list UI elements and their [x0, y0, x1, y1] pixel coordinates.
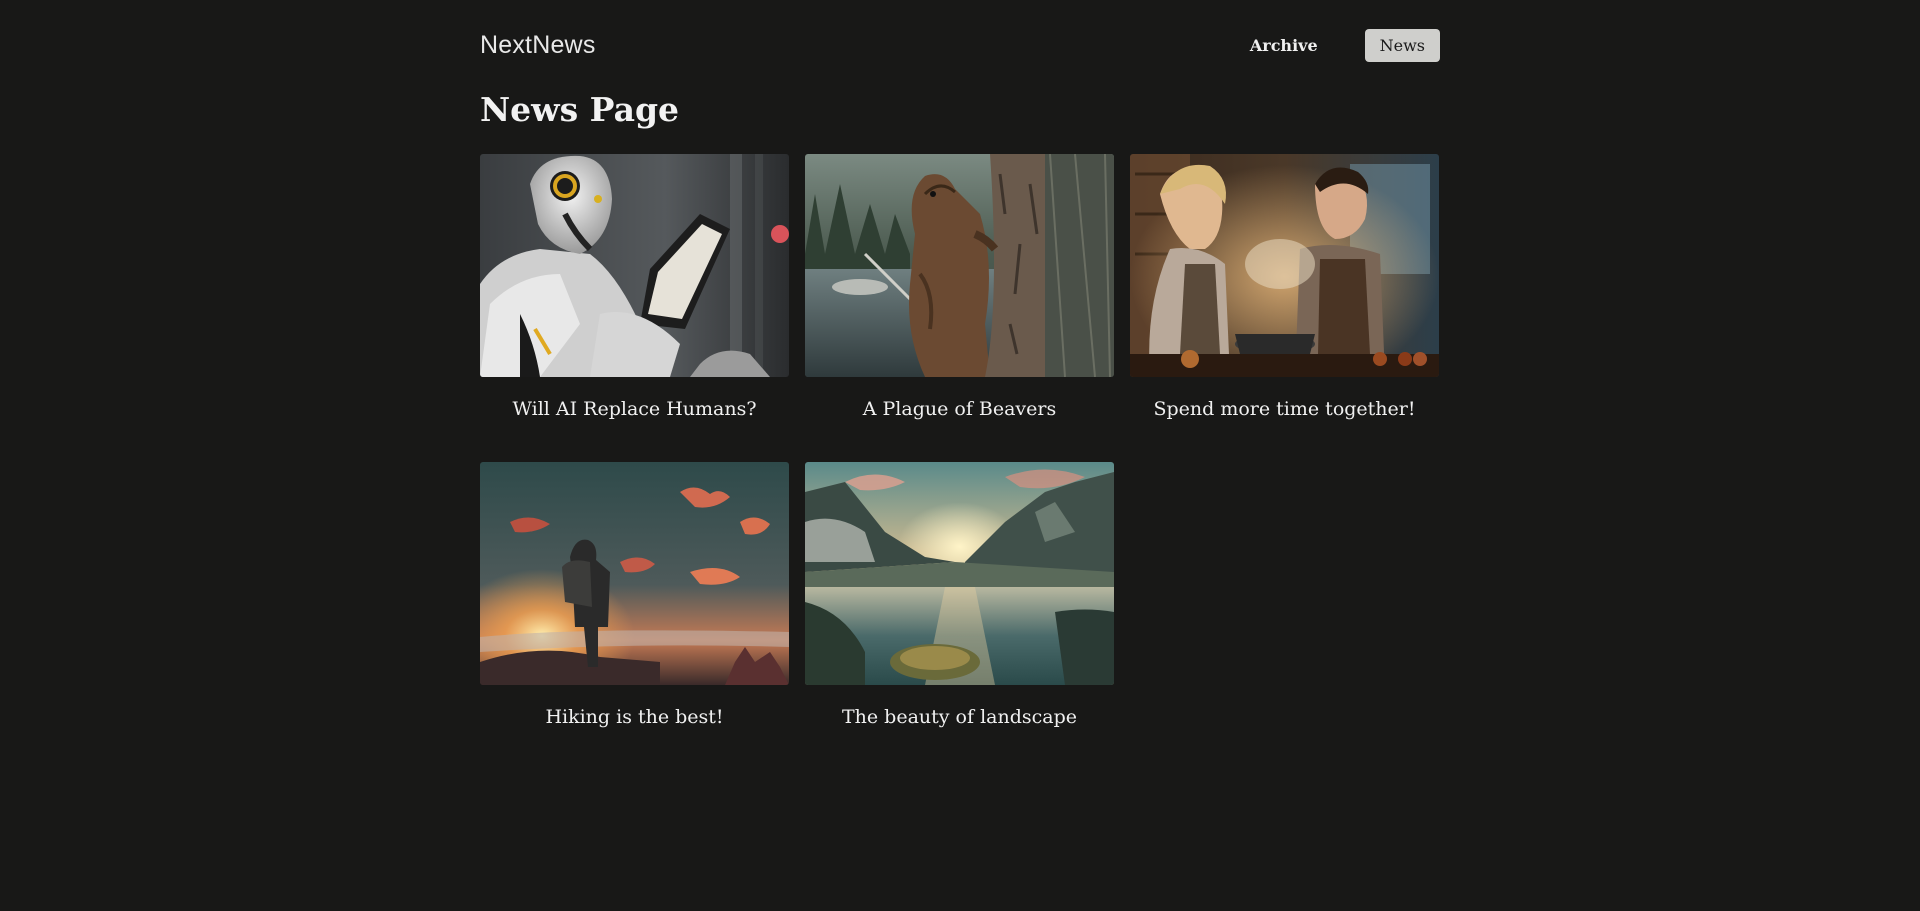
main-nav: Archive News	[1235, 29, 1440, 62]
news-title: The beauty of landscape	[841, 706, 1077, 728]
news-card[interactable]: Hiking is the best!	[480, 462, 789, 745]
news-image[interactable]	[1130, 154, 1439, 377]
news-card[interactable]: Spend more time together!	[1130, 154, 1439, 437]
news-card[interactable]: Will AI Replace Humans?	[480, 154, 789, 437]
news-image[interactable]	[480, 154, 789, 377]
news-image[interactable]	[480, 462, 789, 685]
site-header: NextNews Archive News	[480, 0, 1440, 92]
nav-link-archive[interactable]: Archive	[1235, 29, 1333, 62]
news-title: Will AI Replace Humans?	[512, 398, 757, 420]
news-title: Hiking is the best!	[545, 706, 724, 728]
news-image[interactable]	[805, 154, 1114, 377]
nav-link-news[interactable]: News	[1364, 29, 1440, 62]
news-title: A Plague of Beavers	[862, 398, 1057, 420]
news-card[interactable]: A Plague of Beavers	[805, 154, 1114, 437]
page-container: NextNews Archive News News Page Will AI …	[480, 0, 1440, 728]
news-image[interactable]	[805, 462, 1114, 685]
news-grid: Will AI Replace Humans? A Plague of Beav…	[480, 154, 1440, 745]
news-title: Spend more time together!	[1153, 398, 1416, 420]
page-title: News Page	[480, 90, 680, 129]
news-card[interactable]: The beauty of landscape	[805, 462, 1114, 745]
site-logo[interactable]: NextNews	[480, 31, 596, 60]
